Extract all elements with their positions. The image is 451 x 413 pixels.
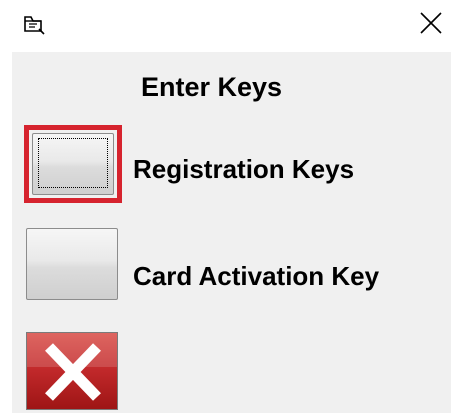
card-activation-key-button[interactable] — [26, 228, 118, 300]
close-icon[interactable] — [418, 10, 444, 36]
enter-keys-dialog: Enter Keys Registration Keys Card Activa… — [0, 0, 451, 413]
dialog-heading: Enter Keys — [140, 72, 283, 102]
title-bar — [0, 0, 451, 46]
cancel-button[interactable] — [26, 332, 118, 410]
registration-keys-label: Registration Keys — [133, 154, 355, 184]
card-activation-key-label: Card Activation Key — [133, 261, 380, 291]
window-app-icon — [22, 12, 46, 36]
registration-keys-focus-ring — [24, 125, 122, 203]
red-x-icon — [27, 333, 117, 401]
dialog-client-area: Enter Keys Registration Keys Card Activa… — [12, 52, 451, 413]
registration-keys-button[interactable] — [32, 133, 114, 195]
